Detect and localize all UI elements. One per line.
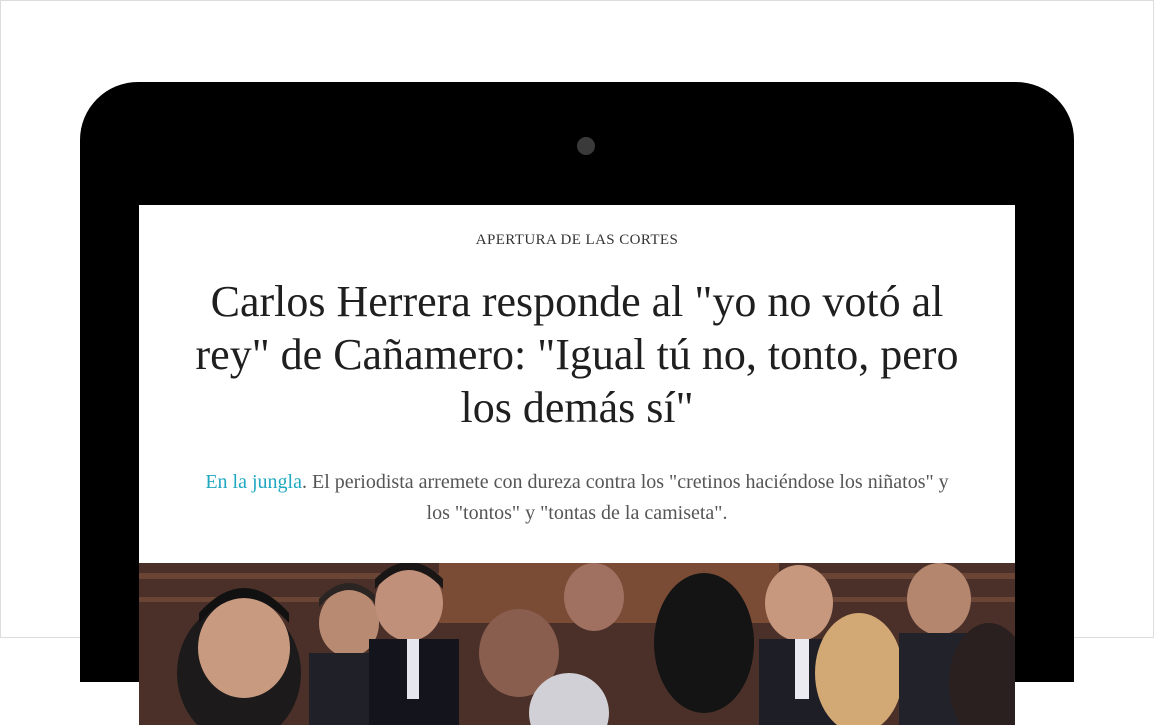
- camera-icon: [577, 137, 595, 155]
- parliament-photo: [139, 563, 1015, 725]
- tablet-device: APERTURA DE LAS CORTES Carlos Herrera re…: [80, 82, 1074, 725]
- tablet-screen: APERTURA DE LAS CORTES Carlos Herrera re…: [139, 205, 1015, 725]
- article-kicker[interactable]: APERTURA DE LAS CORTES: [139, 232, 1015, 249]
- subtitle-text: . El periodista arremete con dureza cont…: [301, 471, 949, 524]
- article-photo[interactable]: [139, 563, 1015, 725]
- section-link[interactable]: En la jungla: [205, 471, 302, 493]
- article-headline[interactable]: Carlos Herrera responde al "yo no votó a…: [179, 275, 975, 434]
- article-subtitle: En la jungla. El periodista arremete con…: [199, 467, 955, 529]
